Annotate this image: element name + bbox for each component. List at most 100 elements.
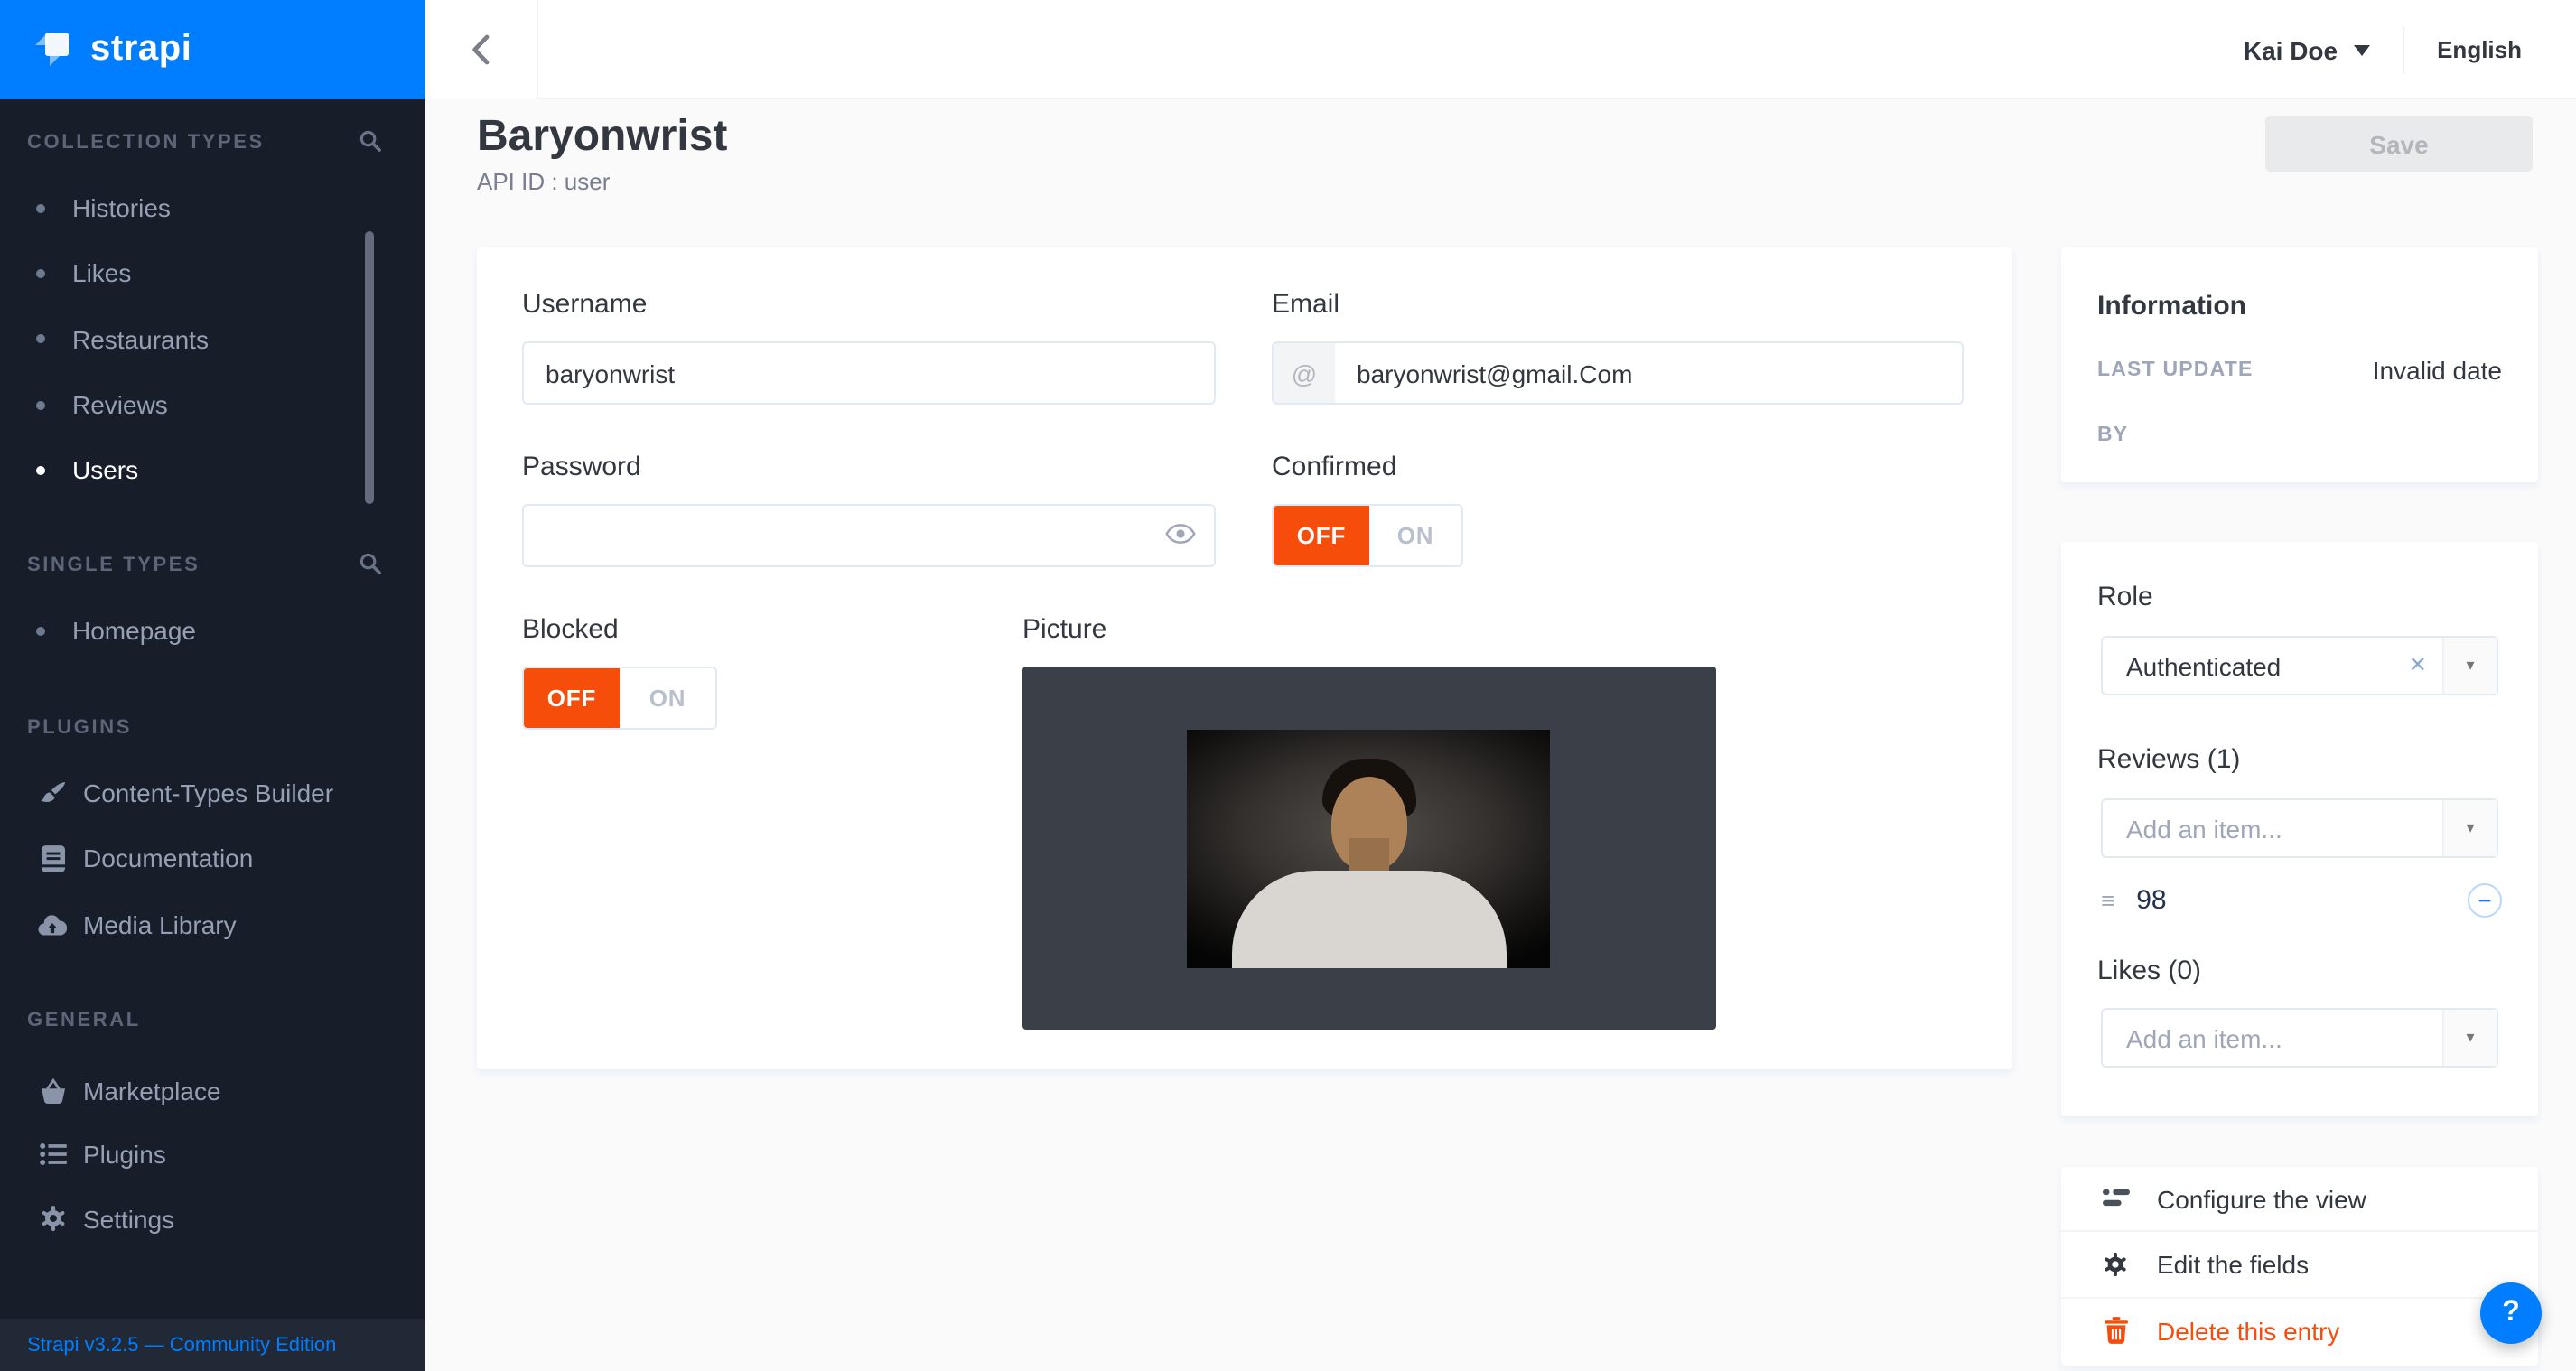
picture-preview[interactable] [1022, 667, 1716, 1030]
sidebar-item-homepage[interactable]: Homepage [0, 598, 425, 664]
list-icon [36, 1144, 69, 1166]
picture-label: Picture [1022, 614, 1106, 645]
version-label: Strapi v3.2.5 — Community Edition [27, 1334, 336, 1356]
main-content: Baryonwrist API ID : user Save Username … [425, 99, 2576, 1371]
version-link[interactable]: Strapi v3.2.5 — Community Edition [0, 1319, 425, 1371]
brand-name: strapi [90, 29, 192, 70]
relation-item-value[interactable]: 98 [2136, 884, 2166, 915]
caret-down-icon[interactable]: ▾ [2442, 800, 2497, 856]
confirmed-toggle-on[interactable]: ON [1369, 506, 1461, 565]
confirmed-toggle-off[interactable]: OFF [1274, 506, 1369, 565]
blocked-label: Blocked [522, 614, 619, 645]
chevron-left-icon [471, 34, 490, 65]
divider [2403, 26, 2404, 73]
sliders-icon [2101, 1189, 2130, 1208]
sidebar-item-documentation[interactable]: Documentation [0, 826, 425, 892]
blocked-toggle-off[interactable]: OFF [524, 668, 620, 728]
role-value: Authenticated [2103, 651, 2281, 680]
strapi-logo-icon [31, 27, 76, 72]
role-label: Role [2097, 582, 2153, 612]
sidebar-item-settings[interactable]: Settings [0, 1187, 425, 1251]
information-card: Information LAST UPDATE Invalid date BY [2061, 247, 2538, 482]
sidebar-item-label: Homepage [72, 616, 196, 645]
user-menu[interactable]: Kai Doe [2244, 35, 2338, 64]
drag-handle-icon[interactable]: ≡ [2101, 886, 2114, 913]
reviews-select[interactable]: Add an item... ▾ [2101, 798, 2498, 858]
configure-view-label: Configure the view [2157, 1184, 2366, 1213]
bullet-icon [36, 334, 45, 343]
sidebar-item-restaurants[interactable]: Restaurants [0, 306, 425, 372]
last-update-label: LAST UPDATE [2097, 359, 2254, 381]
confirmed-label: Confirmed [1272, 452, 1396, 482]
basket-icon [36, 1078, 69, 1104]
caret-down-icon[interactable] [2354, 44, 2370, 55]
at-sign-icon: @ [1274, 343, 1335, 403]
sidebar: strapi COLLECTION TYPES Histories Likes … [0, 0, 425, 1371]
book-icon [36, 845, 69, 872]
back-button[interactable] [425, 0, 538, 99]
password-field [522, 504, 1216, 567]
search-icon[interactable] [359, 551, 381, 583]
sidebar-item-label: Restaurants [72, 324, 209, 353]
sidebar-item-label: Likes [72, 259, 131, 288]
role-select[interactable]: Authenticated × ▾ [2101, 636, 2498, 695]
sidebar-scrollbar[interactable] [365, 231, 374, 504]
bullet-icon [36, 466, 45, 475]
logo[interactable]: strapi [0, 0, 425, 99]
relations-card: Role Authenticated × ▾ Reviews (1) Add a… [2061, 542, 2538, 1116]
likes-select[interactable]: Add an item... ▾ [2101, 1008, 2498, 1068]
top-bar: Kai Doe English [425, 0, 2576, 99]
likes-label: Likes (0) [2097, 956, 2201, 986]
search-icon[interactable] [359, 128, 381, 161]
sidebar-item-reviews[interactable]: Reviews [0, 372, 425, 438]
bullet-icon [36, 626, 45, 635]
cloud-upload-icon [36, 913, 69, 935]
section-collection-types: COLLECTION TYPES [27, 132, 265, 154]
username-input[interactable] [522, 341, 1216, 405]
caret-down-icon[interactable]: ▾ [2442, 1010, 2497, 1066]
email-input[interactable] [1335, 343, 1962, 403]
page-title: Baryonwrist [477, 112, 727, 163]
reviews-placeholder: Add an item... [2103, 814, 2282, 843]
trash-icon [2101, 1317, 2130, 1344]
sidebar-item-label: Settings [83, 1205, 174, 1234]
clear-icon[interactable]: × [2393, 651, 2442, 680]
edit-form-card: Username Email @ Password Confirmed OFF … [477, 247, 2012, 1069]
sidebar-item-plugins[interactable]: Plugins [0, 1123, 425, 1187]
section-single-types: SINGLE TYPES [27, 555, 200, 576]
sidebar-item-media-library[interactable]: Media Library [0, 891, 425, 957]
edit-fields-link[interactable]: Edit the fields [2061, 1233, 2538, 1299]
sidebar-item-users[interactable]: Users [0, 437, 425, 503]
delete-entry-link[interactable]: Delete this entry [2061, 1298, 2538, 1364]
sidebar-item-label: Users [72, 456, 138, 485]
app-window: strapi COLLECTION TYPES Histories Likes … [0, 0, 2576, 1371]
configure-view-link[interactable]: Configure the view [2061, 1167, 2538, 1233]
sidebar-item-label: Marketplace [83, 1077, 221, 1105]
blocked-toggle-on[interactable]: ON [620, 668, 715, 728]
sidebar-item-label: Documentation [83, 844, 253, 873]
help-button[interactable]: ? [2480, 1282, 2542, 1344]
edit-fields-label: Edit the fields [2157, 1250, 2309, 1279]
gear-icon [2101, 1252, 2130, 1277]
save-button[interactable]: Save [2265, 116, 2533, 172]
last-update-value: Invalid date [2373, 356, 2502, 385]
sidebar-item-marketplace[interactable]: Marketplace [0, 1059, 425, 1123]
caret-down-icon[interactable]: ▾ [2442, 638, 2497, 694]
reviews-relation-item[interactable]: ≡ 98 − [2061, 876, 2538, 923]
section-plugins: PLUGINS [27, 717, 132, 739]
sidebar-item-label: Media Library [83, 909, 237, 938]
user-photo [1187, 730, 1550, 968]
sidebar-item-content-types-builder[interactable]: Content-Types Builder [0, 760, 425, 826]
sidebar-item-histories[interactable]: Histories [0, 175, 425, 241]
email-label: Email [1272, 289, 1339, 320]
email-field: @ [1272, 341, 1964, 405]
bullet-icon [36, 203, 45, 212]
information-title: Information [2097, 291, 2246, 322]
brush-icon [36, 779, 69, 807]
language-selector[interactable]: English [2437, 36, 2522, 63]
sidebar-item-likes[interactable]: Likes [0, 241, 425, 307]
eye-icon[interactable] [1165, 520, 1196, 553]
password-input[interactable] [522, 504, 1216, 567]
bullet-icon [36, 400, 45, 409]
remove-item-button[interactable]: − [2468, 882, 2502, 917]
